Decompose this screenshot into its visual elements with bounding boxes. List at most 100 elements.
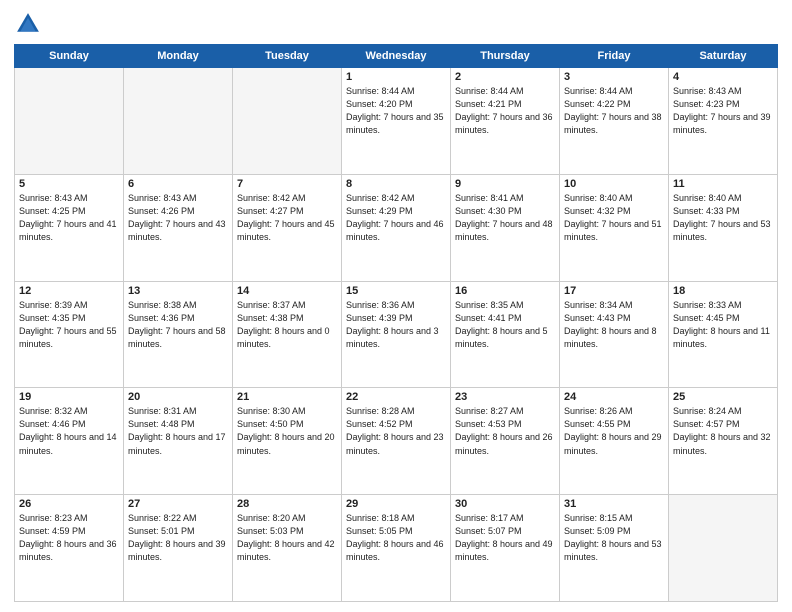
day-header-monday: Monday (124, 45, 233, 68)
day-number: 13 (128, 285, 228, 297)
day-info: Sunrise: 8:42 AMSunset: 4:27 PMDaylight:… (237, 192, 337, 244)
day-cell-24: 24 Sunrise: 8:26 AMSunset: 4:55 PMDayligh… (560, 388, 669, 495)
day-info: Sunrise: 8:32 AMSunset: 4:46 PMDaylight:… (19, 405, 119, 457)
day-info: Sunrise: 8:18 AMSunset: 5:05 PMDaylight:… (346, 512, 446, 564)
week-row-4: 26 Sunrise: 8:23 AMSunset: 4:59 PMDayligh… (15, 495, 778, 602)
day-info: Sunrise: 8:26 AMSunset: 4:55 PMDaylight:… (564, 405, 664, 457)
day-number: 2 (455, 71, 555, 83)
day-info: Sunrise: 8:20 AMSunset: 5:03 PMDaylight:… (237, 512, 337, 564)
day-info: Sunrise: 8:40 AMSunset: 4:33 PMDaylight:… (673, 192, 773, 244)
day-cell-11: 11 Sunrise: 8:40 AMSunset: 4:33 PMDayligh… (669, 174, 778, 281)
day-info: Sunrise: 8:28 AMSunset: 4:52 PMDaylight:… (346, 405, 446, 457)
week-row-3: 19 Sunrise: 8:32 AMSunset: 4:46 PMDayligh… (15, 388, 778, 495)
day-number: 10 (564, 178, 664, 190)
day-cell-17: 17 Sunrise: 8:34 AMSunset: 4:43 PMDayligh… (560, 281, 669, 388)
calendar-table: SundayMondayTuesdayWednesdayThursdayFrid… (14, 44, 778, 602)
empty-cell-0-2 (233, 68, 342, 175)
day-number: 26 (19, 498, 119, 510)
day-cell-19: 19 Sunrise: 8:32 AMSunset: 4:46 PMDayligh… (15, 388, 124, 495)
day-number: 15 (346, 285, 446, 297)
day-number: 22 (346, 391, 446, 403)
day-info: Sunrise: 8:44 AMSunset: 4:22 PMDaylight:… (564, 85, 664, 137)
day-number: 28 (237, 498, 337, 510)
day-info: Sunrise: 8:34 AMSunset: 4:43 PMDaylight:… (564, 299, 664, 351)
calendar-body: 1 Sunrise: 8:44 AMSunset: 4:20 PMDaylight… (15, 68, 778, 602)
day-info: Sunrise: 8:38 AMSunset: 4:36 PMDaylight:… (128, 299, 228, 351)
page: SundayMondayTuesdayWednesdayThursdayFrid… (0, 0, 792, 612)
week-row-0: 1 Sunrise: 8:44 AMSunset: 4:20 PMDaylight… (15, 68, 778, 175)
day-number: 20 (128, 391, 228, 403)
day-cell-10: 10 Sunrise: 8:40 AMSunset: 4:32 PMDayligh… (560, 174, 669, 281)
day-header-wednesday: Wednesday (342, 45, 451, 68)
day-cell-21: 21 Sunrise: 8:30 AMSunset: 4:50 PMDayligh… (233, 388, 342, 495)
day-cell-2: 2 Sunrise: 8:44 AMSunset: 4:21 PMDaylight… (451, 68, 560, 175)
day-number: 7 (237, 178, 337, 190)
day-number: 14 (237, 285, 337, 297)
day-number: 5 (19, 178, 119, 190)
day-cell-23: 23Sunrise: 8:27 AMSunset: 4:53 PMDayligh… (451, 388, 560, 495)
day-cell-16: 16Sunrise: 8:35 AMSunset: 4:41 PMDayligh… (451, 281, 560, 388)
day-header-tuesday: Tuesday (233, 45, 342, 68)
day-cell-20: 20 Sunrise: 8:31 AMSunset: 4:48 PMDayligh… (124, 388, 233, 495)
day-number: 17 (564, 285, 664, 297)
day-info: Sunrise: 8:17 AMSunset: 5:07 PMDaylight:… (455, 512, 555, 564)
day-info: Sunrise: 8:41 AMSunset: 4:30 PMDaylight:… (455, 192, 555, 244)
day-number: 6 (128, 178, 228, 190)
day-info: Sunrise: 8:37 AMSunset: 4:38 PMDaylight:… (237, 299, 337, 351)
day-number: 19 (19, 391, 119, 403)
day-number: 8 (346, 178, 446, 190)
day-cell-8: 8 Sunrise: 8:42 AMSunset: 4:29 PMDaylight… (342, 174, 451, 281)
day-info: Sunrise: 8:23 AMSunset: 4:59 PMDaylight:… (19, 512, 119, 564)
day-info: Sunrise: 8:40 AMSunset: 4:32 PMDaylight:… (564, 192, 664, 244)
day-cell-25: 25 Sunrise: 8:24 AMSunset: 4:57 PMDayligh… (669, 388, 778, 495)
day-cell-28: 28 Sunrise: 8:20 AMSunset: 5:03 PMDayligh… (233, 495, 342, 602)
day-number: 25 (673, 391, 773, 403)
day-info: Sunrise: 8:42 AMSunset: 4:29 PMDaylight:… (346, 192, 446, 244)
day-info: Sunrise: 8:43 AMSunset: 4:25 PMDaylight:… (19, 192, 119, 244)
day-cell-31: 31 Sunrise: 8:15 AMSunset: 5:09 PMDayligh… (560, 495, 669, 602)
day-header-saturday: Saturday (669, 45, 778, 68)
day-cell-27: 27 Sunrise: 8:22 AMSunset: 5:01 PMDayligh… (124, 495, 233, 602)
day-cell-30: 30Sunrise: 8:17 AMSunset: 5:07 PMDayligh… (451, 495, 560, 602)
day-cell-5: 5 Sunrise: 8:43 AMSunset: 4:25 PMDaylight… (15, 174, 124, 281)
day-number: 9 (455, 178, 555, 190)
day-cell-15: 15Sunrise: 8:36 AMSunset: 4:39 PMDayligh… (342, 281, 451, 388)
day-info: Sunrise: 8:39 AMSunset: 4:35 PMDaylight:… (19, 299, 119, 351)
day-cell-13: 13 Sunrise: 8:38 AMSunset: 4:36 PMDayligh… (124, 281, 233, 388)
header (14, 10, 778, 38)
day-header-sunday: Sunday (15, 45, 124, 68)
day-number: 3 (564, 71, 664, 83)
day-number: 29 (346, 498, 446, 510)
day-number: 31 (564, 498, 664, 510)
day-cell-6: 6 Sunrise: 8:43 AMSunset: 4:26 PMDaylight… (124, 174, 233, 281)
day-info: Sunrise: 8:44 AMSunset: 4:21 PMDaylight:… (455, 85, 555, 137)
week-row-1: 5 Sunrise: 8:43 AMSunset: 4:25 PMDaylight… (15, 174, 778, 281)
day-cell-4: 4Sunrise: 8:43 AMSunset: 4:23 PMDaylight… (669, 68, 778, 175)
day-cell-18: 18 Sunrise: 8:33 AMSunset: 4:45 PMDayligh… (669, 281, 778, 388)
day-info: Sunrise: 8:22 AMSunset: 5:01 PMDaylight:… (128, 512, 228, 564)
day-cell-1: 1 Sunrise: 8:44 AMSunset: 4:20 PMDaylight… (342, 68, 451, 175)
day-number: 21 (237, 391, 337, 403)
week-row-2: 12Sunrise: 8:39 AMSunset: 4:35 PMDayligh… (15, 281, 778, 388)
day-number: 1 (346, 71, 446, 83)
day-info: Sunrise: 8:33 AMSunset: 4:45 PMDaylight:… (673, 299, 773, 351)
day-info: Sunrise: 8:43 AMSunset: 4:26 PMDaylight:… (128, 192, 228, 244)
day-header-friday: Friday (560, 45, 669, 68)
day-info: Sunrise: 8:35 AMSunset: 4:41 PMDaylight:… (455, 299, 555, 351)
day-info: Sunrise: 8:15 AMSunset: 5:09 PMDaylight:… (564, 512, 664, 564)
day-cell-22: 22 Sunrise: 8:28 AMSunset: 4:52 PMDayligh… (342, 388, 451, 495)
day-info: Sunrise: 8:31 AMSunset: 4:48 PMDaylight:… (128, 405, 228, 457)
day-info: Sunrise: 8:43 AMSunset: 4:23 PMDaylight:… (673, 85, 773, 137)
empty-cell-0-0 (15, 68, 124, 175)
day-info: Sunrise: 8:24 AMSunset: 4:57 PMDaylight:… (673, 405, 773, 457)
day-cell-9: 9 Sunrise: 8:41 AMSunset: 4:30 PMDaylight… (451, 174, 560, 281)
day-info: Sunrise: 8:44 AMSunset: 4:20 PMDaylight:… (346, 85, 446, 137)
day-number: 18 (673, 285, 773, 297)
empty-cell-0-1 (124, 68, 233, 175)
day-cell-12: 12Sunrise: 8:39 AMSunset: 4:35 PMDayligh… (15, 281, 124, 388)
empty-cell-4-6 (669, 495, 778, 602)
day-info: Sunrise: 8:30 AMSunset: 4:50 PMDaylight:… (237, 405, 337, 457)
day-number: 24 (564, 391, 664, 403)
day-number: 27 (128, 498, 228, 510)
day-number: 11 (673, 178, 773, 190)
